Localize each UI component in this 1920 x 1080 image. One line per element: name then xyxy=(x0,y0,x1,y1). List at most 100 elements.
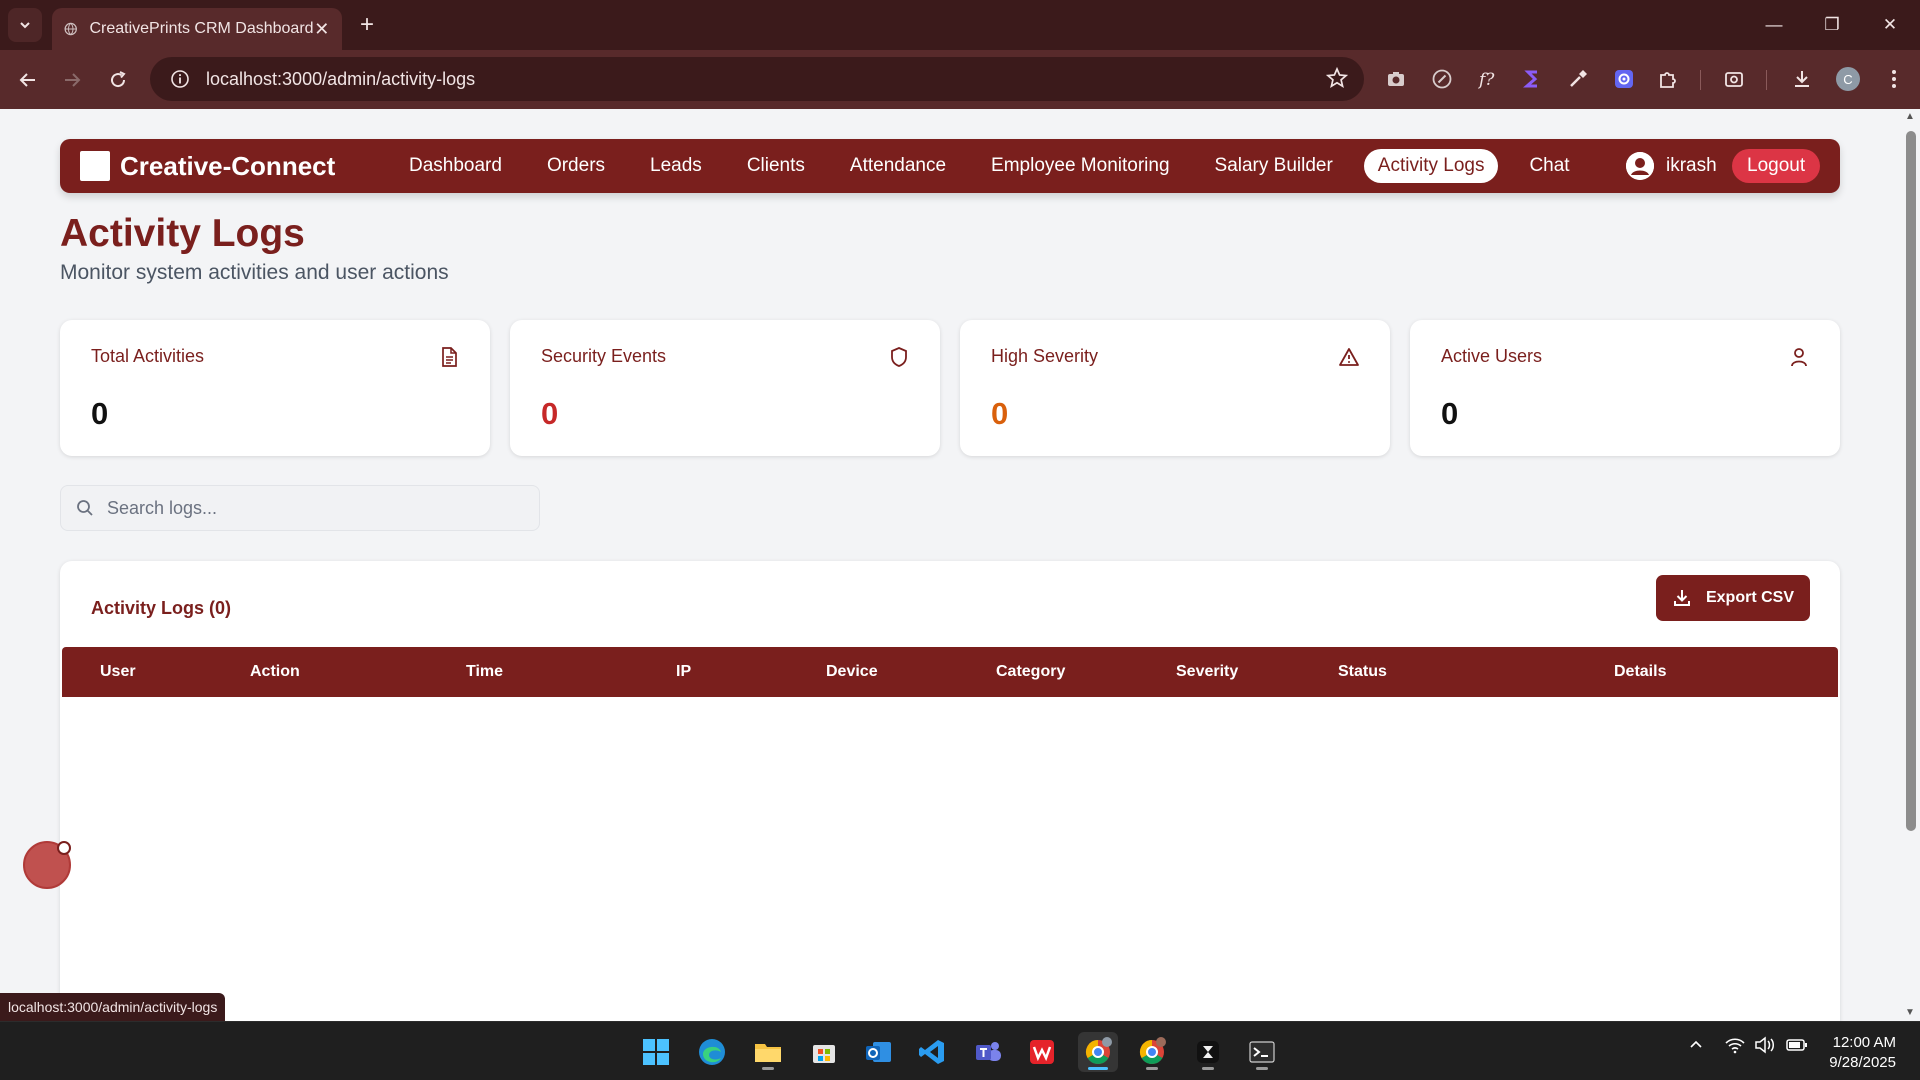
clock-time: 12:00 AM xyxy=(1832,1034,1896,1051)
column-header-time[interactable]: Time xyxy=(466,647,503,697)
compass-extension-icon[interactable] xyxy=(1426,63,1458,95)
volume-icon[interactable] xyxy=(1754,1036,1776,1059)
profile-avatar[interactable]: C xyxy=(1832,63,1864,95)
scroll-up-arrow[interactable]: ▲ xyxy=(1905,111,1915,122)
back-button[interactable] xyxy=(10,62,46,98)
column-header-device[interactable]: Device xyxy=(826,647,878,697)
column-header-severity[interactable]: Severity xyxy=(1176,647,1238,697)
reload-button[interactable] xyxy=(100,62,136,98)
tab-search-button[interactable] xyxy=(8,8,42,42)
screenshot-icon[interactable] xyxy=(1718,63,1750,95)
stat-label: High Severity xyxy=(991,346,1099,366)
microsoft-store-icon[interactable] xyxy=(804,1032,844,1072)
nav-leads[interactable]: Leads xyxy=(636,149,716,183)
clock-date: 9/28/2025 xyxy=(1829,1054,1896,1071)
s-extension-icon[interactable] xyxy=(1516,63,1548,95)
tab-close-button[interactable]: ✕ xyxy=(314,19,330,40)
wifi-icon[interactable] xyxy=(1724,1036,1746,1059)
svg-text:f?: f? xyxy=(1477,70,1495,90)
tray-chevron-up-icon[interactable] xyxy=(1688,1036,1704,1057)
stat-value: 0 xyxy=(91,396,109,431)
running-indicator xyxy=(1202,1067,1214,1070)
globe-icon xyxy=(64,22,77,36)
puzzle-extensions-icon[interactable] xyxy=(1652,63,1684,95)
stat-card-security-events: Security Events 0 xyxy=(510,320,940,456)
page-scrollbar[interactable]: ▲ ▼ xyxy=(1902,109,1920,1021)
stat-label: Security Events xyxy=(541,346,667,366)
forward-button[interactable] xyxy=(54,62,90,98)
teams-icon[interactable] xyxy=(968,1032,1008,1072)
stat-card-active-users: Active Users 0 xyxy=(1410,320,1840,456)
chrome-profile-a-icon[interactable] xyxy=(1132,1032,1172,1072)
logout-button[interactable]: Logout xyxy=(1732,149,1821,183)
column-header-user[interactable]: User xyxy=(100,647,136,697)
nav-employee-monitoring[interactable]: Employee Monitoring xyxy=(977,149,1183,183)
running-indicator xyxy=(1146,1067,1158,1070)
browser-tab-bar: CreativePrints CRM Dashboard ✕ + — ❐ ✕ xyxy=(0,0,1920,50)
window-close-button[interactable]: ✕ xyxy=(1860,0,1920,50)
camera-extension-icon[interactable] xyxy=(1380,63,1412,95)
url-text: localhost:3000/admin/activity-logs xyxy=(206,68,476,89)
download-icon[interactable] xyxy=(1786,63,1818,95)
link-status-bar: localhost:3000/admin/activity-logs xyxy=(0,993,226,1021)
system-clock[interactable]: 12:00 AM 9/28/2025 xyxy=(1829,1033,1896,1073)
nav-clients[interactable]: Clients xyxy=(733,149,819,183)
nav-orders[interactable]: Orders xyxy=(533,149,619,183)
formula-extension-icon[interactable]: f? xyxy=(1472,63,1504,95)
active-indicator xyxy=(1088,1067,1108,1070)
file-explorer-icon[interactable] xyxy=(748,1032,788,1072)
bookmark-star-icon[interactable] xyxy=(1326,67,1348,89)
edge-icon[interactable] xyxy=(692,1032,732,1072)
browser-toolbar: localhost:3000/admin/activity-logs f? C xyxy=(0,50,1920,109)
eyedropper-extension-icon[interactable] xyxy=(1562,63,1594,95)
wps-office-icon[interactable] xyxy=(1022,1032,1062,1072)
dark-app-icon[interactable] xyxy=(1188,1032,1228,1072)
vscode-icon[interactable] xyxy=(912,1032,952,1072)
browser-tab[interactable]: CreativePrints CRM Dashboard ✕ xyxy=(52,8,342,50)
download-icon xyxy=(1673,590,1690,606)
profile-initial: C xyxy=(1836,67,1860,91)
nav-chat[interactable]: Chat xyxy=(1515,149,1583,183)
battery-icon[interactable] xyxy=(1786,1036,1808,1059)
chrome-profile-c-icon[interactable] xyxy=(1078,1032,1118,1072)
scrollbar-thumb[interactable] xyxy=(1906,131,1916,831)
column-header-ip[interactable]: IP xyxy=(676,647,691,697)
user-icon xyxy=(1791,348,1807,367)
terminal-icon[interactable] xyxy=(1242,1032,1282,1072)
arrow-right-icon xyxy=(65,73,81,87)
page-title: Activity Logs xyxy=(60,212,305,255)
windows-start-icon[interactable] xyxy=(636,1032,676,1072)
search-input[interactable] xyxy=(107,497,507,519)
column-header-details[interactable]: Details xyxy=(1614,647,1666,697)
export-csv-button[interactable]: Export CSV xyxy=(1655,575,1810,621)
outlook-icon[interactable] xyxy=(858,1032,898,1072)
brand[interactable]: Creative-Connect xyxy=(80,139,335,193)
minimize-button[interactable]: — xyxy=(1744,0,1804,50)
stat-value: 0 xyxy=(991,396,1009,431)
search-box xyxy=(60,485,540,531)
restore-button[interactable]: ❐ xyxy=(1802,0,1862,50)
column-header-action[interactable]: Action xyxy=(250,647,300,697)
stat-label: Active Users xyxy=(1441,346,1543,366)
brand-name: Creative-Connect xyxy=(120,150,336,181)
chevron-down-icon xyxy=(20,22,30,29)
column-header-status[interactable]: Status xyxy=(1338,647,1387,697)
activity-logs-card: Activity Logs (0) Export CSV User Action… xyxy=(60,561,1840,1021)
windows-taskbar: 12:00 AM 9/28/2025 xyxy=(0,1021,1920,1080)
address-bar[interactable]: localhost:3000/admin/activity-logs xyxy=(150,57,1364,101)
user-avatar-icon xyxy=(1626,152,1654,180)
user-menu[interactable]: ikrash xyxy=(1626,151,1717,181)
stat-card-total-activities: Total Activities 0 xyxy=(60,320,490,456)
brand-logo xyxy=(80,151,110,181)
nav-dashboard[interactable]: Dashboard xyxy=(395,149,516,183)
tab-title: CreativePrints CRM Dashboard xyxy=(89,20,314,37)
column-header-category[interactable]: Category xyxy=(996,647,1065,697)
scroll-down-arrow[interactable]: ▼ xyxy=(1905,1007,1915,1018)
nav-activity-logs[interactable]: Activity Logs xyxy=(1363,149,1499,183)
gear-extension-icon[interactable] xyxy=(1608,63,1640,95)
nav-salary-builder[interactable]: Salary Builder xyxy=(1201,149,1347,183)
nav-attendance[interactable]: Attendance xyxy=(836,149,960,183)
browser-menu-icon[interactable] xyxy=(1878,63,1910,95)
site-info-icon[interactable] xyxy=(170,69,190,89)
new-tab-button[interactable]: + xyxy=(352,10,382,40)
